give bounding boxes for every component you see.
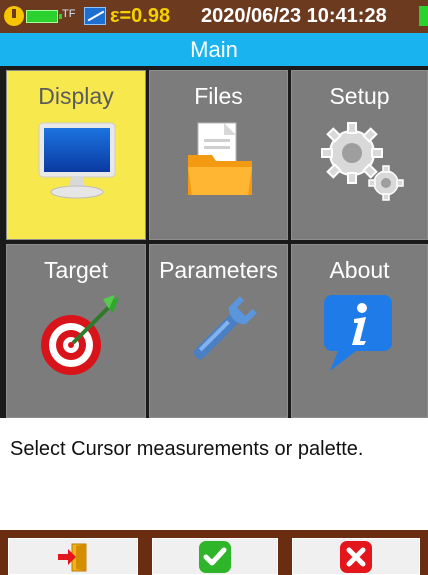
sd-card-icon [419,6,428,26]
menu-item-label: Setup [329,83,390,109]
battery-icon [26,10,62,23]
camera-icon [84,7,106,25]
wrench-icon [193,296,257,360]
monitor-icon [38,122,116,199]
emissivity-readout: ε=0.98 [110,5,171,27]
menu-item-about[interactable]: About [291,244,428,418]
status-bar: TF ε=0.98 2020/06/23 10:41:28 [0,0,428,33]
menu-item-label: Display [38,83,114,109]
date-time: 2020/06/23 10:41:28 [201,5,387,27]
menu-item-parameters[interactable]: Parameters [149,244,288,418]
exit-button[interactable] [8,538,138,575]
help-message: Select Cursor measurements or palette. [10,438,364,460]
folder-icon [188,122,252,195]
menu-grid: Display Files Setup Target Parameters Ab… [0,66,428,418]
page-title: Main [0,33,428,66]
exit-icon [58,543,87,571]
menu-item-setup[interactable]: Setup [291,70,428,240]
cancel-button[interactable] [292,538,420,575]
menu-item-files[interactable]: Files [149,70,288,240]
info-icon [324,295,392,371]
power-icon [4,6,24,26]
menu-item-label: Files [194,83,243,109]
menu-item-display[interactable]: Display [6,70,146,240]
check-icon [199,540,231,573]
message-panel: Select Cursor measurements or palette. [0,418,428,530]
menu-item-target[interactable]: Target [6,244,146,418]
gears-icon [321,122,404,201]
confirm-button[interactable] [152,538,278,575]
storage-label: TF [62,8,76,20]
softkey-bar [0,530,428,575]
target-icon [41,295,119,375]
menu-item-label: Target [44,257,108,283]
menu-item-label: Parameters [159,257,278,283]
cancel-icon [340,540,372,573]
menu-item-label: About [329,257,390,283]
